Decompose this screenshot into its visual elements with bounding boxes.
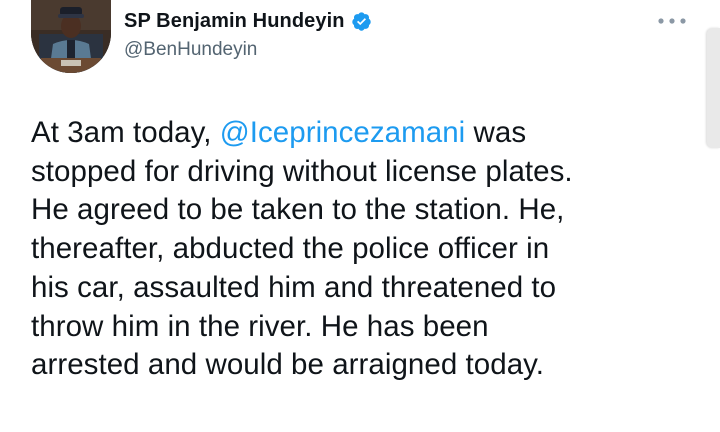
tweet-text-line: throw him in the river. He has been <box>31 309 489 343</box>
author-handle[interactable]: @BenHundeyin <box>124 39 372 61</box>
tweet: SP Benjamin Hundeyin @BenHundeyin At 3am… <box>0 0 720 432</box>
tweet-text-line: his car, assaulted him and threatened to <box>31 270 557 304</box>
author-avatar[interactable] <box>31 0 111 73</box>
avatar-photo-icon <box>31 0 111 73</box>
scrollbar[interactable] <box>707 28 720 148</box>
more-options-icon <box>658 18 686 24</box>
tweet-text-segment: At 3am today, <box>31 116 220 149</box>
more-options-button[interactable] <box>652 8 692 34</box>
tweet-text-line: arrested and would be arraigned today. <box>31 348 545 382</box>
author-info: SP Benjamin Hundeyin @BenHundeyin <box>124 7 372 61</box>
verified-badge-icon <box>351 11 372 32</box>
tweet-text-segment: was <box>465 116 527 149</box>
tweet-text-line: thereafter, abducted the police officer … <box>31 232 550 266</box>
mention-link[interactable]: @Iceprincezamani <box>220 116 466 149</box>
tweet-text-line: At 3am today, @Iceprincezamani was <box>31 114 699 153</box>
tweet-text-line: He agreed to be taken to the station. He… <box>31 193 565 227</box>
author-name-row: SP Benjamin Hundeyin <box>124 7 372 35</box>
tweet-text: At 3am today, @Iceprincezamani was stopp… <box>31 114 699 385</box>
author-display-name[interactable]: SP Benjamin Hundeyin <box>124 10 345 33</box>
tweet-text-line: stopped for driving without license plat… <box>31 154 573 188</box>
